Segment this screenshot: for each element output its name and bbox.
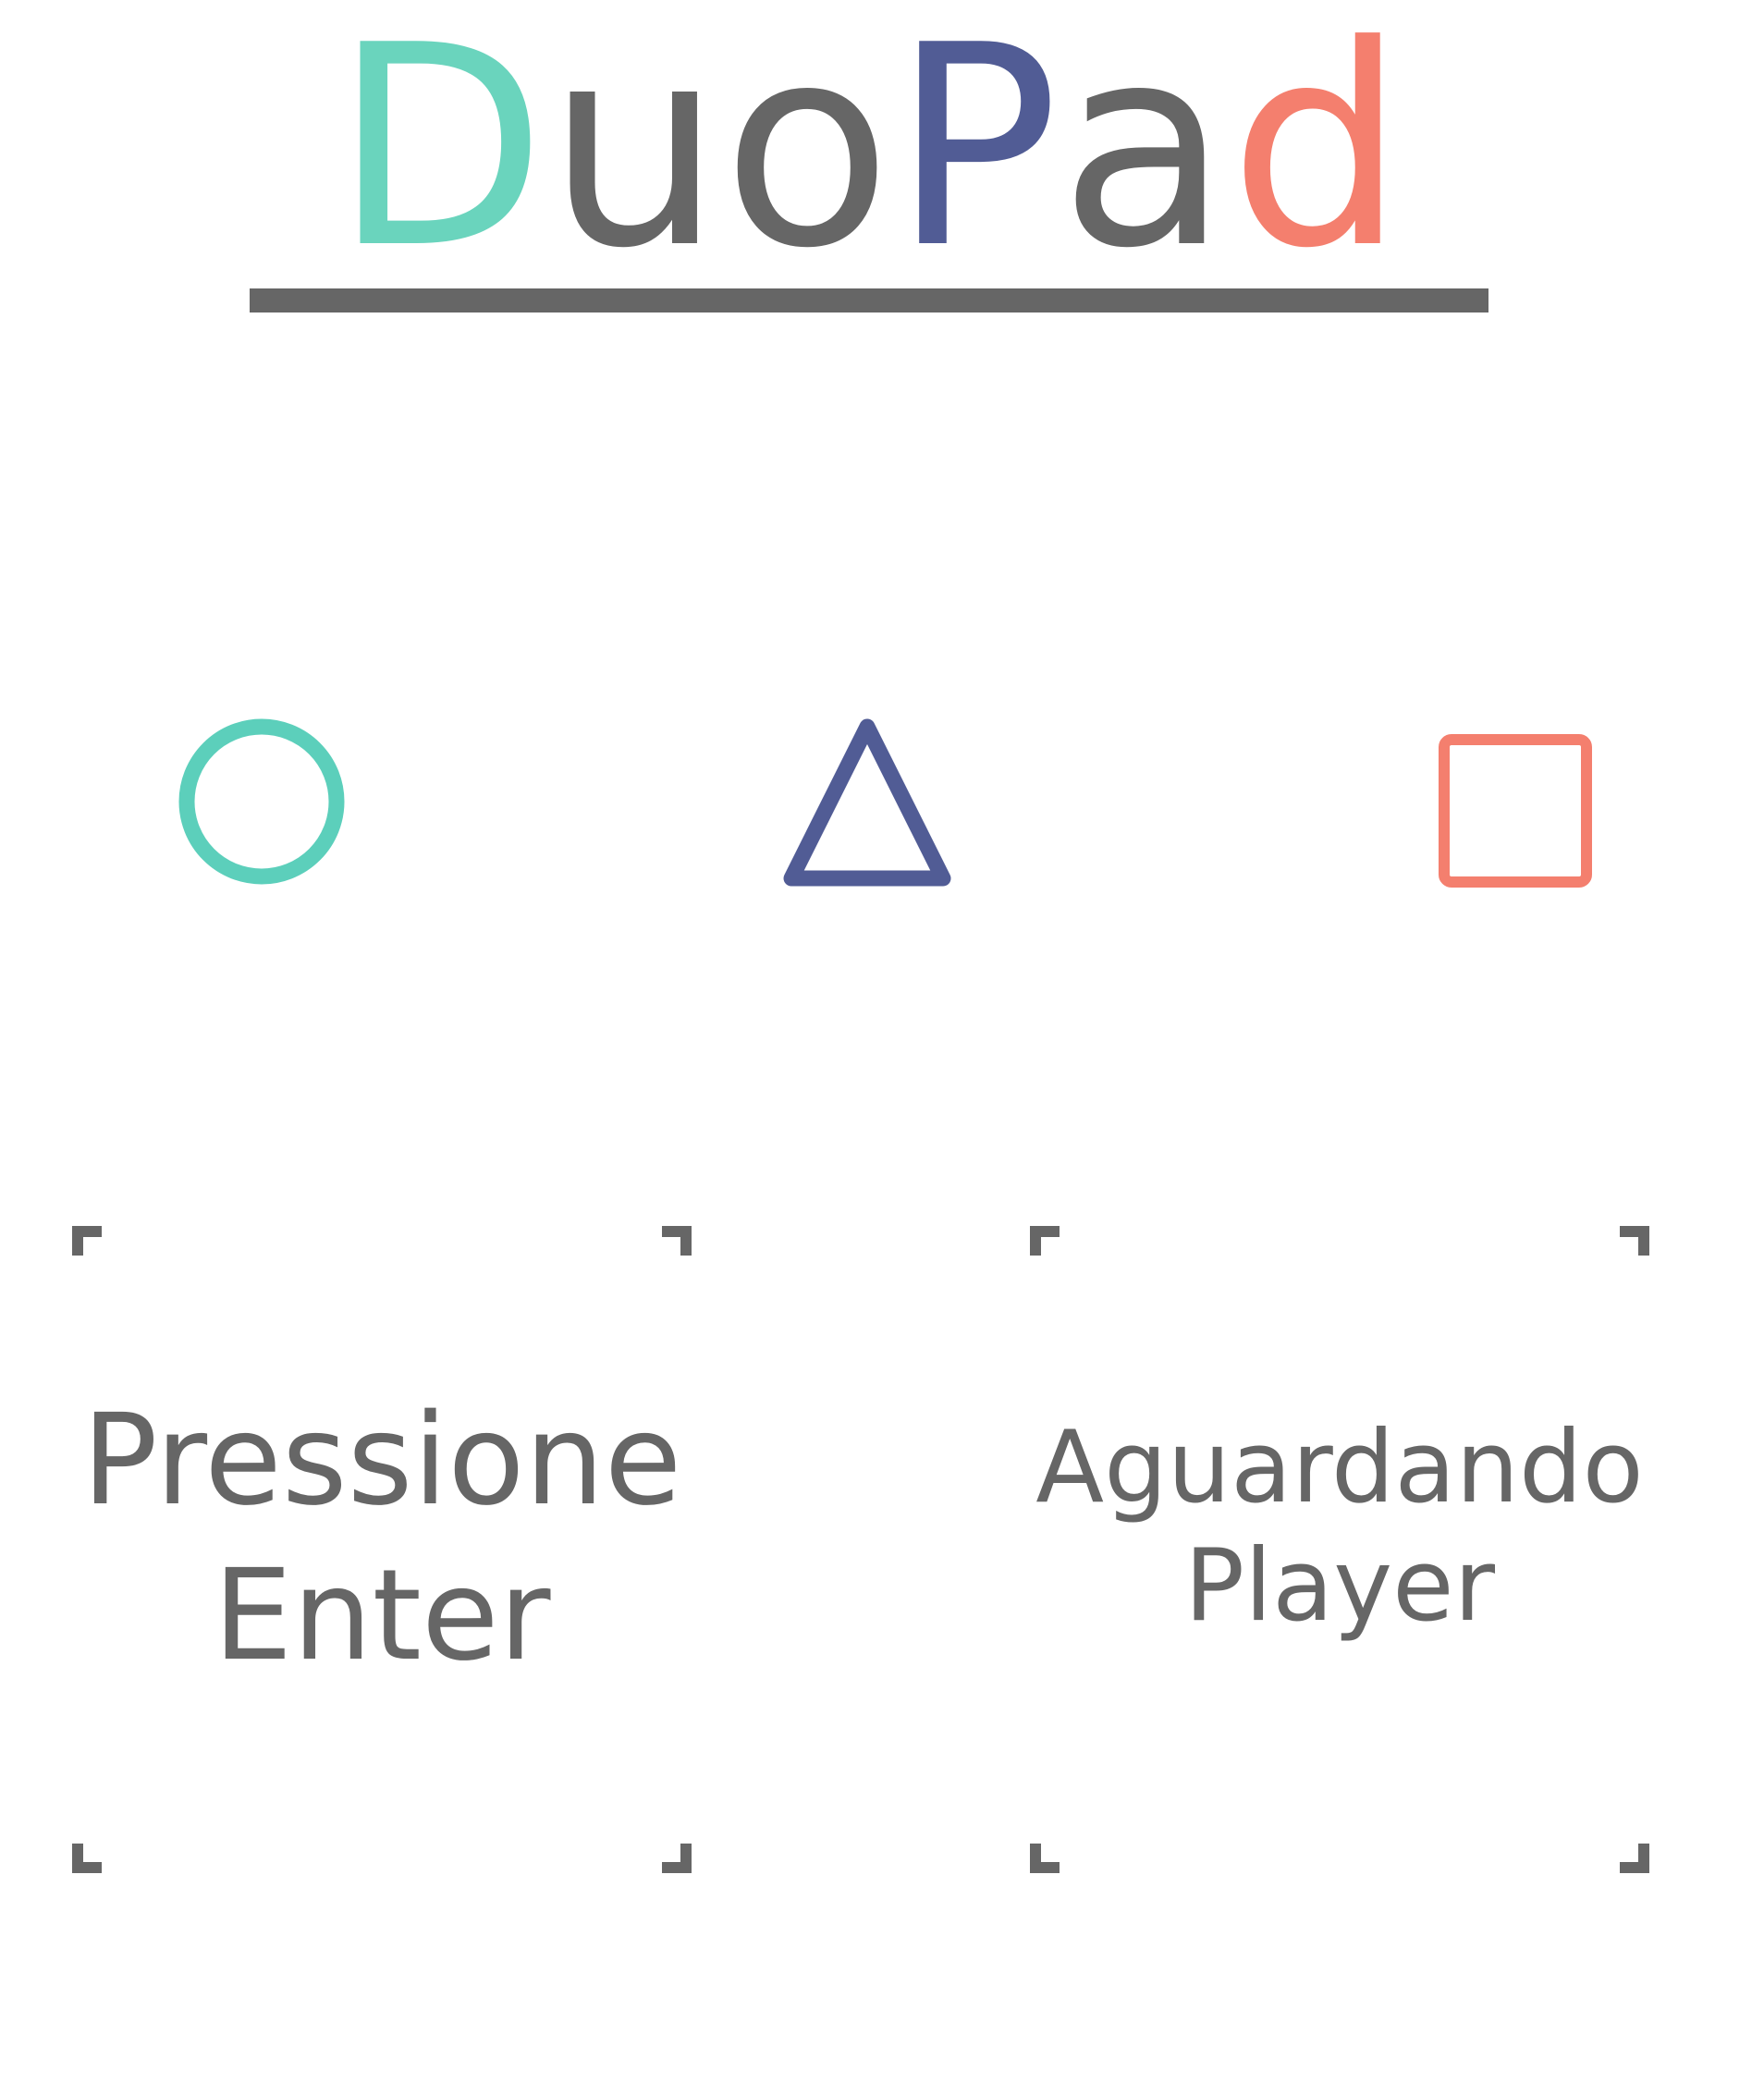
player-two-line2: Player bbox=[1183, 1528, 1496, 1644]
frame-corner bbox=[1620, 1844, 1649, 1873]
logo-underline bbox=[250, 288, 1488, 312]
player-one-status: Pressione Enter bbox=[72, 1383, 692, 1694]
triangle-icon[interactable] bbox=[778, 712, 956, 889]
logo-letter-d2: d bbox=[1229, 0, 1405, 309]
player-one-line1: Pressione bbox=[81, 1388, 682, 1534]
logo-letter-d: D bbox=[333, 0, 547, 309]
logo-letter-u: u bbox=[546, 0, 723, 309]
logo-letter-a: a bbox=[1059, 0, 1230, 309]
player-two-line1: Aguardando bbox=[1035, 1410, 1644, 1525]
frame-corner bbox=[1030, 1844, 1060, 1873]
logo-letter-o: o bbox=[722, 0, 892, 309]
frame-corner bbox=[662, 1844, 692, 1873]
frame-corner bbox=[72, 1844, 102, 1873]
logo-letter-p: P bbox=[891, 0, 1060, 309]
logo-title: DuoPad bbox=[250, 0, 1488, 296]
circle-icon[interactable] bbox=[178, 717, 346, 886]
player-one-line2: Enter bbox=[213, 1543, 551, 1689]
frame-corner bbox=[662, 1226, 692, 1256]
frame-corner bbox=[72, 1226, 102, 1256]
frame-corner bbox=[1620, 1226, 1649, 1256]
duopad-logo: DuoPad bbox=[250, 0, 1488, 314]
player-two-panel: Aguardando Player bbox=[1030, 1226, 1649, 1873]
frame-corner bbox=[1030, 1226, 1060, 1256]
player-one-panel: Pressione Enter bbox=[72, 1226, 692, 1873]
square-icon[interactable] bbox=[1437, 732, 1594, 889]
player-two-status: Aguardando Player bbox=[1030, 1409, 1649, 1646]
